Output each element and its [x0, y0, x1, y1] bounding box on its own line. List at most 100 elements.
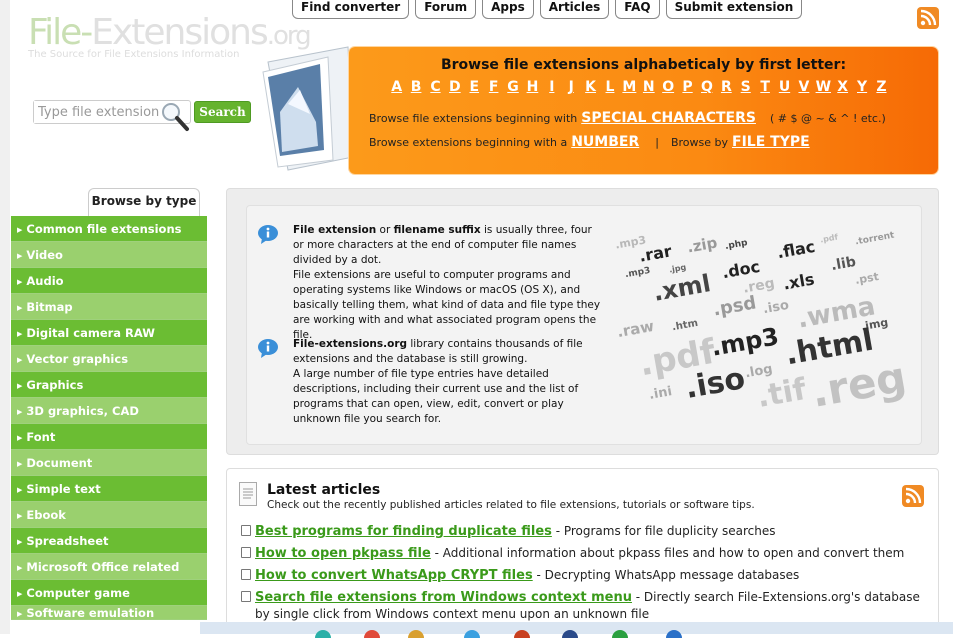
letter-link[interactable]: Z: [872, 79, 891, 95]
cloud-tag: .php: [724, 238, 749, 252]
cloud-tag: .tif: [754, 372, 809, 415]
letter-link[interactable]: P: [678, 79, 697, 95]
cloud-tag: .pdf: [819, 232, 839, 245]
cloud-tag: .torrent: [854, 230, 896, 248]
letter-link[interactable]: Q: [697, 79, 716, 95]
letter-link[interactable]: R: [717, 79, 736, 95]
taskbar-app-icon[interactable]: [408, 630, 424, 638]
article-link[interactable]: Search file extensions from Windows cont…: [255, 590, 632, 605]
search-input[interactable]: [34, 101, 164, 123]
letter-link[interactable]: H: [523, 79, 542, 95]
category-item[interactable]: ▶ Graphics: [11, 372, 207, 398]
letter-link[interactable]: V: [794, 79, 813, 95]
intro-panel: File extension or filename suffix is usu…: [226, 188, 939, 455]
browse-heading: Browse file extensions alphabeticaly by …: [440, 57, 847, 73]
article-description: - Additional information about pkpass fi…: [430, 546, 905, 560]
category-item[interactable]: ▶ Spreadsheet: [11, 528, 207, 554]
letter-link[interactable]: S: [736, 79, 755, 95]
filetype-prefix: Browse by: [670, 136, 729, 149]
file-extension-tag-cloud: .mp3 .rar .zip .php .flac .pdf .torrent …: [614, 230, 917, 434]
nav-forum[interactable]: Forum: [415, 0, 477, 19]
category-list: ▶ Common file extensions ▶ Video ▶ Audio ▶ B…: [11, 216, 207, 620]
letter-link[interactable]: G: [503, 79, 522, 95]
category-item[interactable]: ▶ Font: [11, 424, 207, 450]
nav-faq[interactable]: FAQ: [615, 0, 660, 19]
logo-text-file: File-: [28, 12, 93, 53]
letter-link[interactable]: X: [833, 79, 852, 95]
cloud-tag: .mp3: [709, 322, 781, 362]
articles-list: Best programs for finding duplicate file…: [241, 523, 931, 627]
article-link[interactable]: How to convert WhatsApp CRYPT files: [255, 568, 533, 583]
cloud-tag: .mp3: [624, 265, 652, 281]
number-link[interactable]: NUMBER: [571, 134, 639, 150]
letter-link[interactable]: F: [484, 79, 503, 95]
letter-link[interactable]: C: [426, 79, 445, 95]
letter-link[interactable]: T: [755, 79, 774, 95]
category-item[interactable]: ▶ Ebook: [11, 502, 207, 528]
article-bullet-icon: [241, 591, 251, 602]
article-item: How to open pkpass file - Additional inf…: [241, 545, 931, 562]
articles-title: Latest articles: [267, 482, 381, 498]
letter-link[interactable]: E: [465, 79, 484, 95]
nav-submit-extension[interactable]: Submit extension: [665, 0, 803, 19]
cloud-tag: .raw: [615, 316, 656, 342]
taskbar-app-icon[interactable]: [364, 630, 380, 638]
letter-link[interactable]: W: [814, 79, 833, 95]
letter-link[interactable]: Y: [852, 79, 871, 95]
nav-apps[interactable]: Apps: [482, 0, 534, 19]
category-item[interactable]: ▶ Audio: [11, 268, 207, 294]
category-item[interactable]: ▶ Simple text: [11, 476, 207, 502]
cloud-tag: .zip: [685, 233, 719, 257]
file-type-link[interactable]: FILE TYPE: [732, 134, 810, 150]
articles-subtitle: Check out the recently published article…: [267, 499, 755, 511]
intro-paragraph-2: File-extensions.org library contains tho…: [293, 338, 583, 425]
category-item[interactable]: ▶ Software emulation: [11, 606, 207, 620]
article-bullet-icon: [241, 569, 251, 580]
taskbar-app-icon[interactable]: [612, 630, 628, 638]
category-item[interactable]: ▶ Vector graphics: [11, 346, 207, 372]
letter-link[interactable]: K: [581, 79, 600, 95]
letter-link[interactable]: B: [406, 79, 425, 95]
search-button[interactable]: Search: [194, 101, 251, 123]
taskbar-app-icon[interactable]: [562, 630, 578, 638]
taskbar-strip: [200, 622, 953, 638]
category-item[interactable]: ▶ Document: [11, 450, 207, 476]
category-item[interactable]: ▶ Digital camera RAW: [11, 320, 207, 346]
nav-find-converter[interactable]: Find converter: [292, 0, 410, 19]
letter-link[interactable]: N: [639, 79, 658, 95]
category-item[interactable]: ▶ 3D graphics, CAD: [11, 398, 207, 424]
taskbar-app-icon[interactable]: [514, 630, 530, 638]
info-icon: [257, 224, 279, 244]
taskbar-app-icon[interactable]: [315, 630, 331, 638]
tab-browse-by-type[interactable]: Browse by type: [88, 188, 200, 216]
folder-illustration: [258, 42, 356, 172]
letter-link[interactable]: A: [387, 79, 406, 95]
latest-articles-panel: Latest articles Check out the recently p…: [226, 468, 939, 634]
article-link[interactable]: How to open pkpass file: [255, 546, 431, 561]
category-item[interactable]: ▶ Computer game: [11, 580, 207, 606]
article-item: Search file extensions from Windows cont…: [241, 589, 931, 622]
letter-link[interactable]: O: [658, 79, 677, 95]
nav-articles[interactable]: Articles: [539, 0, 610, 19]
letter-link[interactable]: L: [600, 79, 619, 95]
cloud-tag: .xls: [781, 269, 816, 294]
intro-paragraph-1: File extension or filename suffix is usu…: [293, 224, 601, 341]
letter-link[interactable]: I: [542, 79, 561, 95]
taskbar-app-icon[interactable]: [666, 630, 682, 638]
rss-icon[interactable]: [917, 7, 939, 29]
category-item[interactable]: ▶ Video: [11, 242, 207, 268]
category-item[interactable]: ▶ Microsoft Office related: [11, 554, 207, 580]
article-link[interactable]: Best programs for finding duplicate file…: [255, 524, 552, 539]
letter-link[interactable]: U: [775, 79, 794, 95]
taskbar-app-icon[interactable]: [464, 630, 480, 638]
letter-link[interactable]: M: [620, 79, 639, 95]
letter-link[interactable]: D: [445, 79, 464, 95]
alphabet-browse-panel: Browse file extensions alphabeticaly by …: [349, 47, 938, 174]
category-item[interactable]: ▶ Common file extensions: [11, 216, 207, 242]
special-characters-link[interactable]: SPECIAL CHARACTERS: [581, 110, 756, 126]
letter-link[interactable]: J: [562, 79, 581, 95]
category-item[interactable]: ▶ Bitmap: [11, 294, 207, 320]
cloud-tag: .flac: [775, 236, 817, 263]
article-bullet-icon: [241, 547, 251, 558]
rss-icon[interactable]: [902, 485, 924, 507]
